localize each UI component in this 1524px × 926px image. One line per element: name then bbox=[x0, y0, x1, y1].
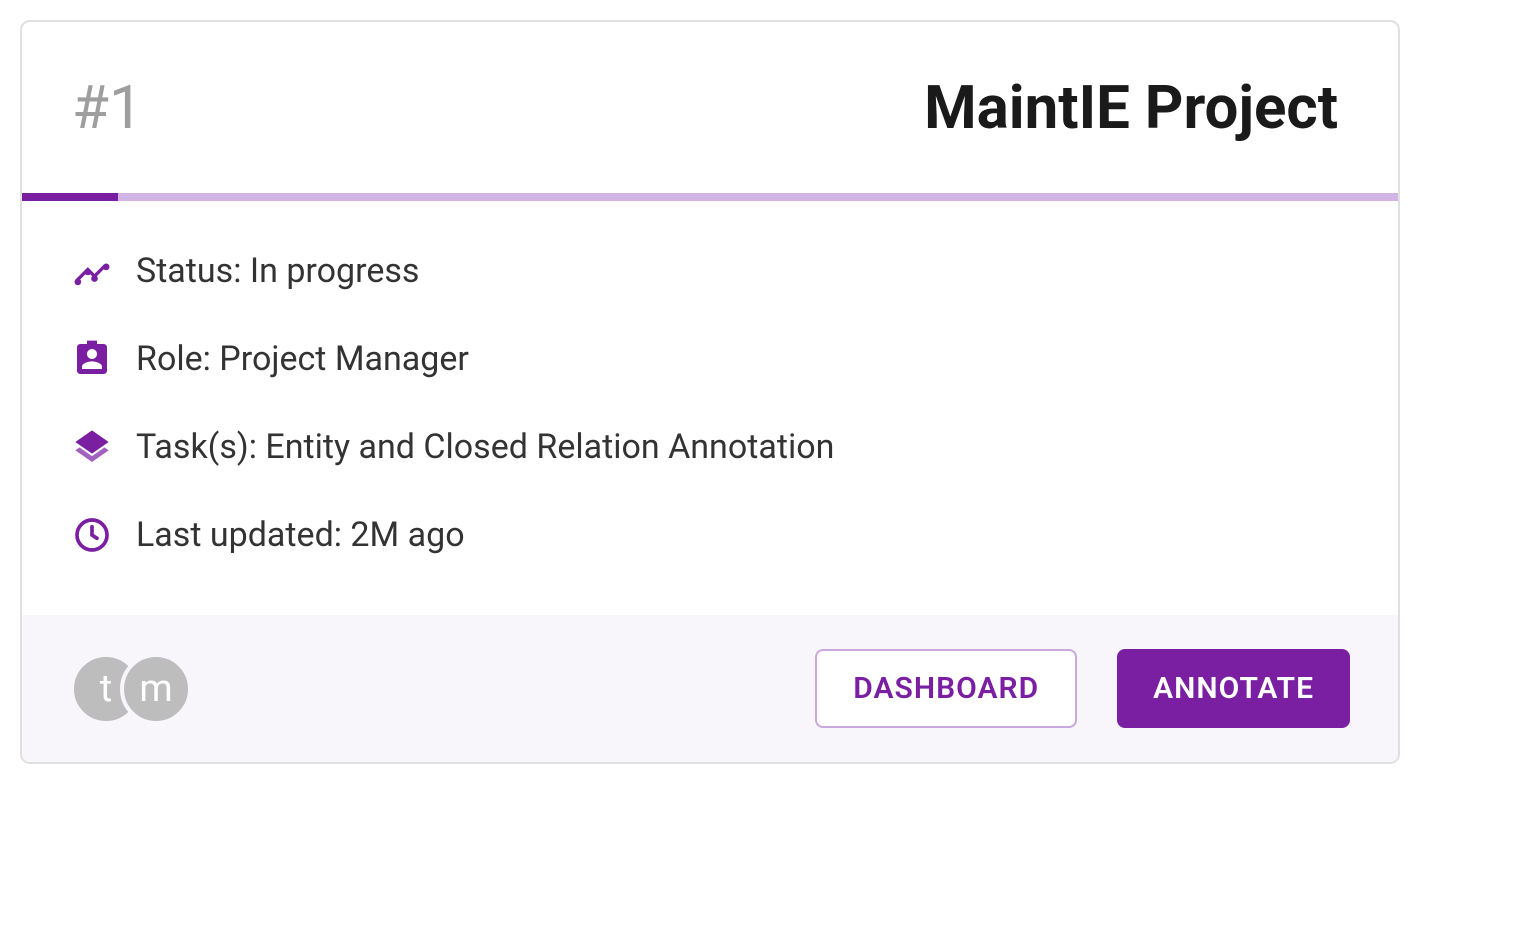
tasks-row: Task(s): Entity and Closed Relation Anno… bbox=[72, 427, 1348, 467]
tasks-text: Task(s): Entity and Closed Relation Anno… bbox=[136, 427, 834, 467]
status-row: Status: In progress bbox=[72, 251, 1348, 291]
badge-person-icon bbox=[72, 339, 112, 379]
annotate-button[interactable]: ANNOTATE bbox=[1117, 649, 1350, 728]
card-footer: t m DASHBOARD ANNOTATE bbox=[22, 615, 1398, 762]
avatar[interactable]: m bbox=[120, 653, 192, 725]
project-number: #1 bbox=[72, 72, 143, 143]
progress-bar bbox=[22, 193, 1398, 201]
dashboard-button[interactable]: DASHBOARD bbox=[815, 649, 1077, 728]
progress-fill bbox=[22, 193, 118, 201]
card-header: #1 MaintIE Project bbox=[22, 22, 1398, 193]
layers-icon bbox=[72, 427, 112, 467]
project-title: MaintIE Project bbox=[924, 72, 1338, 143]
status-text: Status: In progress bbox=[136, 251, 419, 291]
clock-icon bbox=[72, 515, 112, 555]
card-body: Status: In progress Role: Project Manage… bbox=[22, 201, 1398, 615]
updated-row: Last updated: 2M ago bbox=[72, 515, 1348, 555]
updated-text: Last updated: 2M ago bbox=[136, 515, 465, 555]
role-row: Role: Project Manager bbox=[72, 339, 1348, 379]
avatar-group: t m bbox=[70, 653, 192, 725]
role-text: Role: Project Manager bbox=[136, 339, 469, 379]
project-card: #1 MaintIE Project Status: In progress R… bbox=[20, 20, 1400, 764]
chart-line-icon bbox=[72, 251, 112, 291]
action-buttons: DASHBOARD ANNOTATE bbox=[815, 649, 1350, 728]
